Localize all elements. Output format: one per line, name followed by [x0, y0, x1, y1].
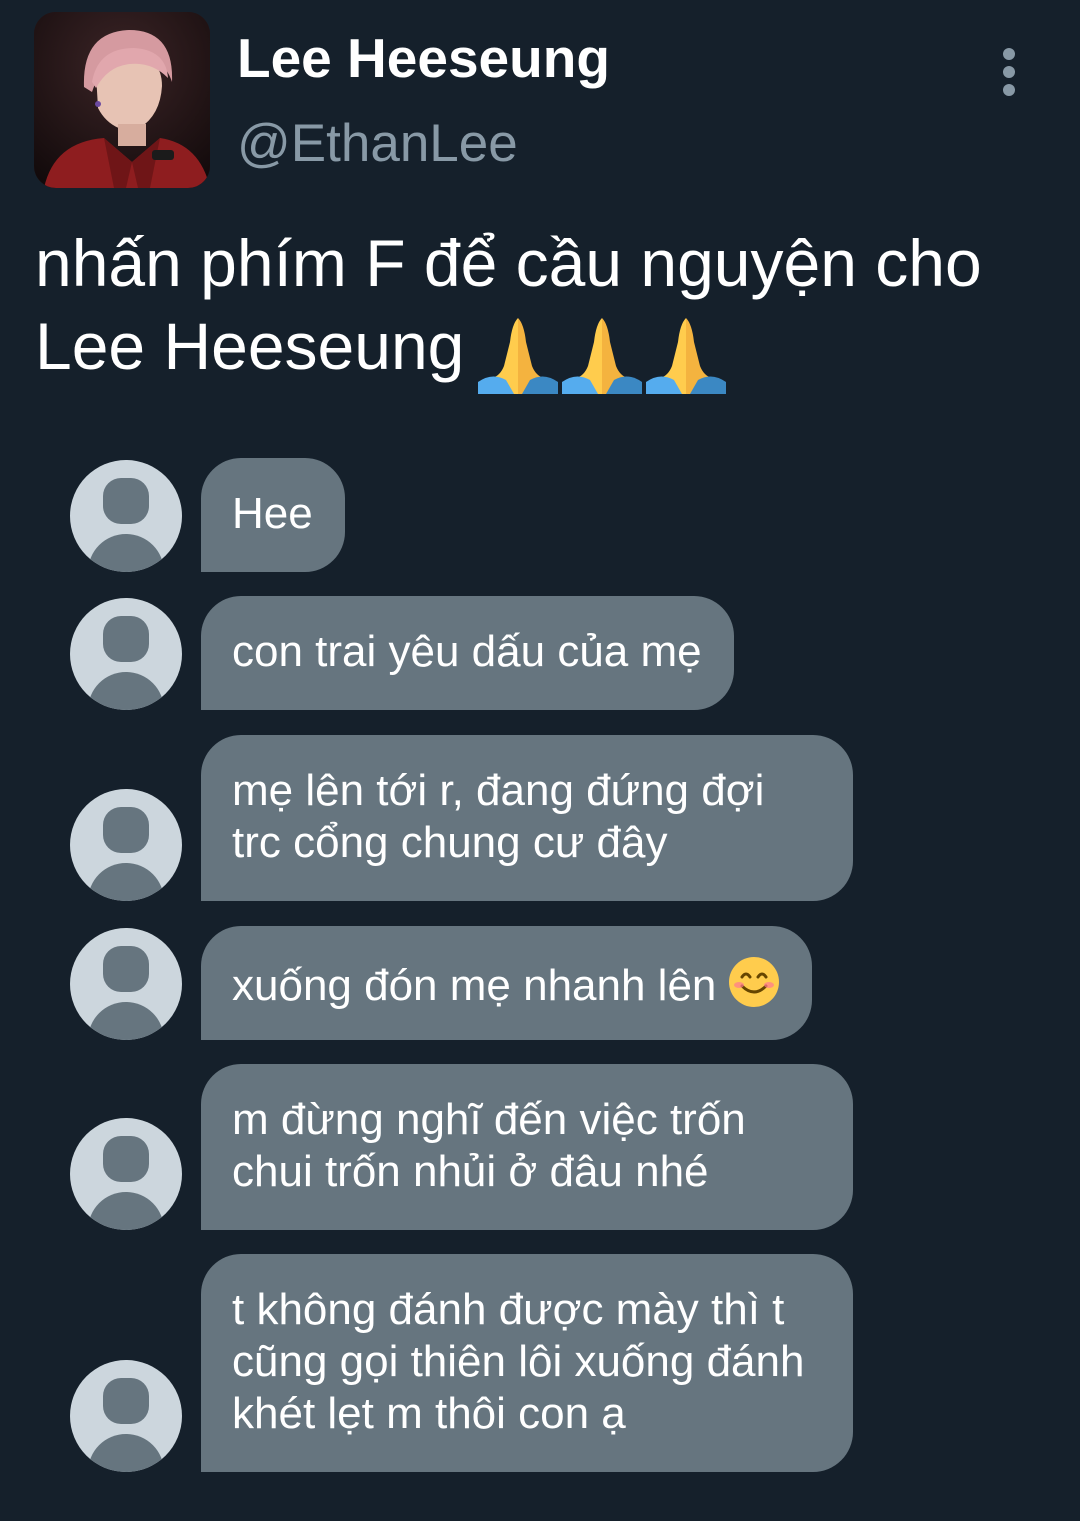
- message-text: con trai yêu dấu của mẹ: [232, 627, 702, 676]
- message-bubble: mẹ lên tới r, đang đứng đợi trc cổng chu…: [201, 735, 853, 901]
- praying-hands-icon: [646, 318, 727, 394]
- display-name[interactable]: Lee Heeseung: [237, 28, 610, 88]
- message-text: Hee: [232, 489, 313, 538]
- message-line: trc cổng chung cư đây: [232, 818, 668, 867]
- default-avatar-icon: [70, 789, 182, 901]
- chat-message-row: m đừng nghĩ đến việc trốn chui trốn nhủi…: [70, 1064, 870, 1230]
- default-avatar-icon: [70, 598, 182, 710]
- chat-message-row: mẹ lên tới r, đang đứng đợi trc cổng chu…: [70, 735, 870, 901]
- chat-message-row: t không đánh được mày thì t cũng gọi thi…: [70, 1254, 870, 1472]
- message-bubble: m đừng nghĩ đến việc trốn chui trốn nhủi…: [201, 1064, 853, 1230]
- message-bubble: xuống đón mẹ nhanh lên: [201, 926, 813, 1040]
- message-text: xuống đón mẹ nhanh lên: [232, 961, 717, 1010]
- message-bubble: con trai yêu dấu của mẹ: [201, 596, 734, 710]
- message-bubble: Hee: [201, 458, 345, 572]
- smiling-face-icon: [729, 957, 780, 1007]
- message-line: khét lẹt m thôi con ạ: [232, 1389, 626, 1438]
- chat-message-row: Hee: [70, 458, 870, 572]
- praying-hands-icon: [478, 318, 559, 394]
- smiling-face-emoji: [728, 956, 780, 1020]
- default-avatar-icon: [70, 1360, 182, 1472]
- more-vertical-icon[interactable]: [992, 46, 1026, 98]
- praying-hands-icon: [562, 318, 643, 394]
- chat-message-row: con trai yêu dấu của mẹ: [70, 596, 870, 710]
- profile-avatar[interactable]: [34, 12, 210, 188]
- message-line: cũng gọi thiên lôi xuống đánh: [232, 1337, 805, 1386]
- message-line: mẹ lên tới r, đang đứng đợi: [232, 766, 765, 815]
- tweet-text: nhấn phím F để cầu nguyện cho Lee Heeseu…: [35, 222, 1050, 396]
- praying-hands-emojis: [478, 313, 730, 396]
- tweet-header: Lee Heeseung @EthanLee: [34, 12, 1046, 188]
- message-line: chui trốn nhủi ở đâu nhé: [232, 1147, 709, 1196]
- message-line: m đừng nghĩ đến việc trốn: [232, 1095, 746, 1144]
- default-avatar-icon: [70, 1118, 182, 1230]
- default-avatar-icon: [70, 928, 182, 1040]
- profile-photo-icon: [34, 12, 210, 188]
- user-handle[interactable]: @EthanLee: [237, 114, 518, 174]
- message-bubble: t không đánh được mày thì t cũng gọi thi…: [201, 1254, 853, 1472]
- chat-message-row: xuống đón mẹ nhanh lên: [70, 926, 870, 1040]
- message-line: t không đánh được mày thì t: [232, 1285, 785, 1334]
- default-avatar-icon: [70, 460, 182, 572]
